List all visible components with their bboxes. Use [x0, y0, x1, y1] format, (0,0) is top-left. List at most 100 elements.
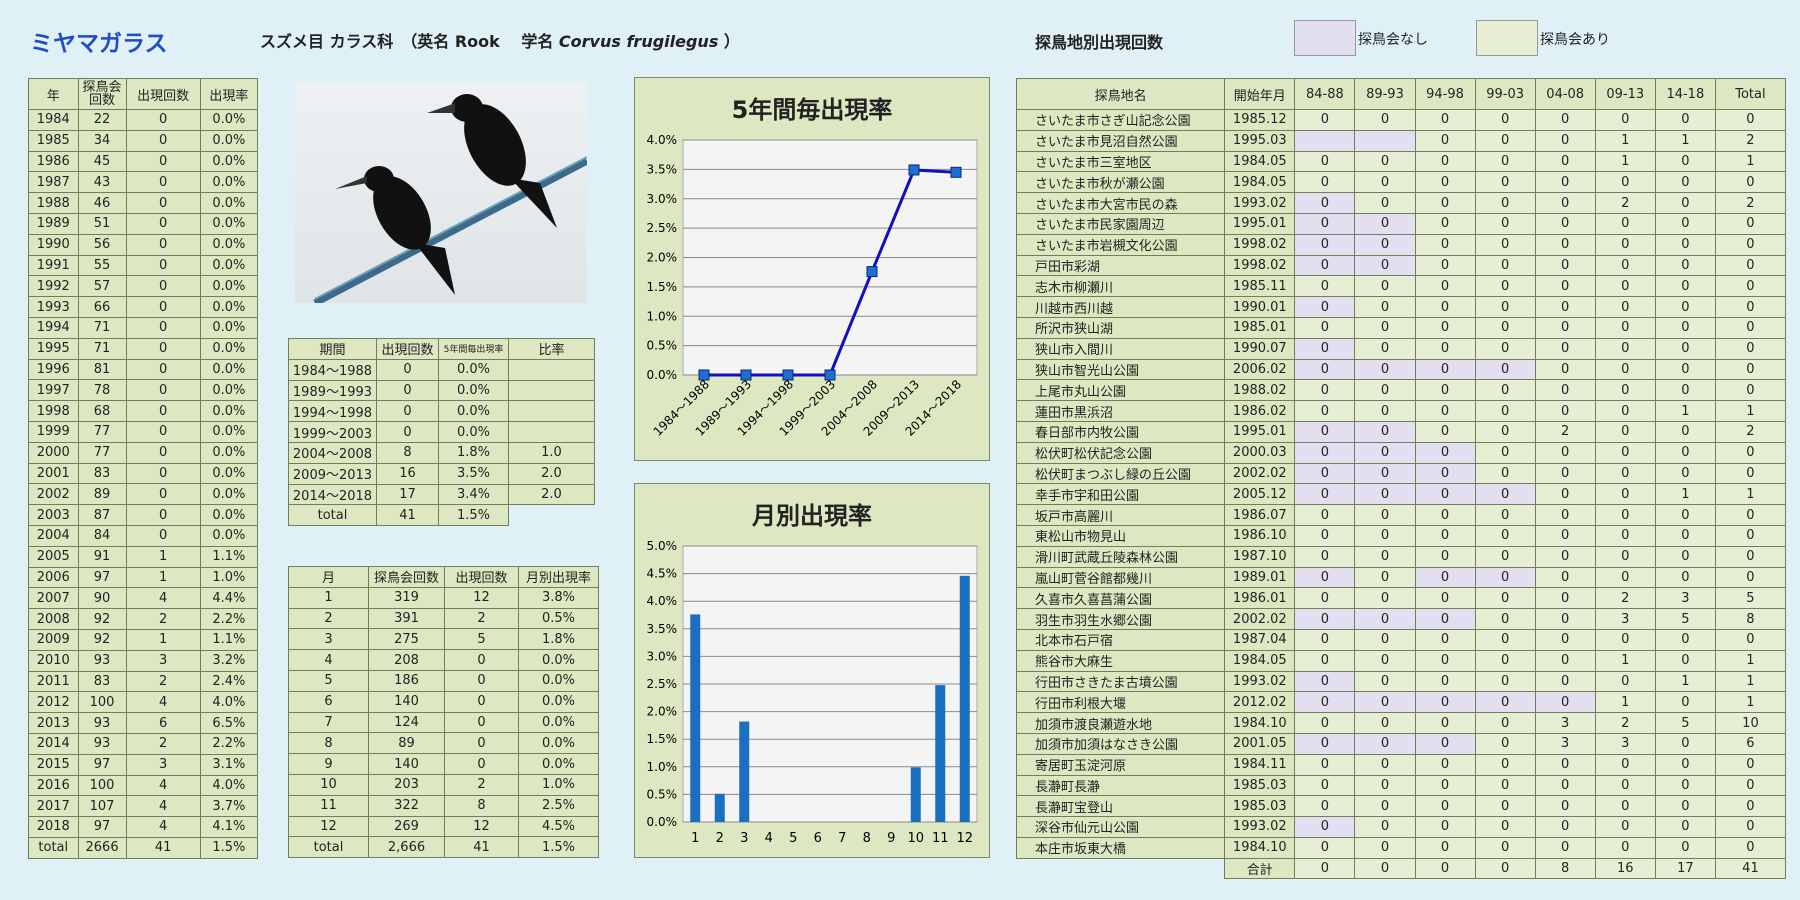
yearly-cell: 0.0%	[199, 129, 259, 152]
yearly-cell: 0	[125, 379, 201, 402]
y-tick-label: 0.0%	[647, 815, 678, 829]
location-count: 0	[1474, 795, 1536, 818]
monthly-cell: 8	[288, 732, 369, 755]
location-count: 0	[1414, 566, 1476, 589]
location-row: 加須市加須はなさき公園 2001.05 0 0 0 0 3 3 0 6	[1015, 732, 1787, 755]
yearly-cell: 83	[77, 670, 127, 693]
yearly-header-cell: 出現率	[199, 78, 259, 110]
period-row: 2004～2008 8 1.8% 1.0	[288, 441, 595, 464]
yearly-cell: 1989	[28, 212, 79, 235]
location-row: 狭山市智光山公園 2006.02 0 0 0 0 0 0 0 0	[1015, 358, 1787, 381]
location-count: 0	[1414, 337, 1476, 360]
location-count: 0	[1714, 337, 1787, 360]
yearly-cell: 4.4%	[199, 587, 259, 610]
monthly-cell: 8	[444, 794, 519, 817]
period-cell: 1989～1993	[288, 379, 377, 402]
location-count: 3	[1594, 732, 1656, 755]
yearly-cell: 2009	[28, 628, 79, 651]
location-count: 2	[1714, 129, 1787, 152]
location-total-empty	[1017, 858, 1225, 879]
location-count: 0	[1294, 836, 1356, 859]
location-count: 0	[1474, 524, 1536, 547]
bar	[935, 685, 946, 822]
yearly-row: 2013 93 6 6.5%	[28, 712, 259, 734]
yearly-cell: 0	[125, 192, 201, 214]
yearly-row: 2000 77 0 0.0%	[28, 441, 259, 464]
legend-label-some: 探鳥会あり	[1540, 32, 1610, 48]
location-count: 0	[1354, 296, 1416, 318]
location-start: 1984.11	[1224, 753, 1296, 776]
period-cell: 3.4%	[438, 483, 509, 506]
yearly-cell: 1988	[28, 192, 79, 214]
location-count: 0	[1714, 316, 1787, 339]
location-name: さいたま市見沼自然公園	[1015, 129, 1226, 152]
location-count: 3	[1594, 608, 1656, 630]
yearly-cell: 2018	[28, 816, 79, 838]
yearly-cell: 0	[125, 483, 201, 506]
yearly-row: 1985 34 0 0.0%	[28, 129, 259, 152]
location-row: 加須市渡良瀬遊水地 1984.10 0 0 0 0 3 2 5 10	[1015, 712, 1787, 734]
y-tick-label: 0.5%	[647, 339, 678, 353]
location-count: 0	[1354, 109, 1416, 131]
location-count	[1294, 129, 1356, 152]
location-row: さいたま市岩槻文化公園 1998.02 0 0 0 0 0 0 0 0	[1015, 233, 1787, 256]
monthly-cell: 1.8%	[518, 628, 599, 651]
location-start: 1987.10	[1224, 545, 1296, 568]
yearly-cell: 4	[125, 774, 201, 797]
location-start: 1995.01	[1224, 420, 1296, 443]
location-count: 0	[1294, 171, 1356, 194]
location-row: 久喜市久喜菖蒲公園 1986.01 0 0 0 0 0 2 3 5	[1015, 587, 1787, 610]
location-count: 0	[1594, 275, 1656, 298]
location-count: 0	[1294, 670, 1356, 693]
yearly-cell: 56	[77, 233, 127, 256]
location-start: 2002.02	[1224, 608, 1296, 630]
location-count: 0	[1534, 836, 1596, 859]
yearly-row: 2016 100 4 4.0%	[28, 774, 259, 797]
monthly-cell: 6	[288, 690, 369, 713]
monthly-row: 6 140 0 0.0%	[288, 690, 599, 713]
location-name: 所沢市狭山湖	[1015, 316, 1226, 339]
yearly-cell: 0.0%	[199, 316, 259, 339]
location-count: 2	[1714, 192, 1787, 214]
period-header-cell: 比率	[508, 338, 595, 360]
location-count: 0	[1414, 608, 1476, 630]
location-row: 深谷市仙元山公園 1993.02 0 0 0 0 0 0 0 0	[1015, 816, 1787, 838]
location-name: 北本市石戸宿	[1015, 628, 1226, 651]
yearly-cell: 57	[77, 275, 127, 298]
location-count: 0	[1354, 816, 1416, 838]
monthly-cell: 208	[368, 649, 445, 671]
yearly-row: 1987 43 0 0.0%	[28, 171, 259, 194]
location-row: 春日部市内牧公園 1995.01 0 0 0 0 2 0 0 2	[1015, 420, 1787, 443]
yearly-row: 2007 90 4 4.4%	[28, 587, 259, 610]
location-start: 1993.02	[1224, 670, 1296, 693]
yearly-cell: 71	[77, 316, 127, 339]
yearly-header-cell: 出現回数	[125, 78, 201, 110]
monthly-row: 9 140 0 0.0%	[288, 753, 599, 775]
location-count: 0	[1534, 358, 1596, 381]
monthly-cell: 2,666	[368, 836, 445, 859]
location-count: 0	[1414, 150, 1476, 173]
scientific-name: Corvus frugilegus	[558, 32, 719, 51]
location-row: 行田市さきたま古墳公園 1993.02 0 0 0 0 0 0 1 1	[1015, 670, 1787, 693]
period-cell	[508, 379, 595, 402]
location-row: 熊谷市大麻生 1984.05 0 0 0 0 0 1 0 1	[1015, 649, 1787, 672]
yearly-row: 1991 55 0 0.0%	[28, 254, 259, 277]
yearly-cell: 3	[125, 753, 201, 776]
location-count: 0	[1414, 774, 1476, 797]
period-cell: 2009～2013	[288, 462, 377, 485]
yearly-row: 1990 56 0 0.0%	[28, 233, 259, 256]
location-name: 加須市加須はなさき公園	[1015, 732, 1226, 755]
yearly-cell: total	[28, 836, 79, 859]
x-tick-label: 1	[691, 831, 699, 846]
yearly-cell: 1997	[28, 379, 79, 402]
monthly-header-cell: 出現回数	[444, 566, 519, 588]
location-count: 0	[1714, 254, 1787, 277]
location-count: 0	[1414, 670, 1476, 693]
monthly-row: 5 186 0 0.0%	[288, 669, 599, 692]
location-count: 0	[1534, 587, 1596, 610]
location-start: 1995.03	[1224, 129, 1296, 152]
location-count: 0	[1474, 441, 1536, 464]
location-count: 0	[1654, 795, 1716, 818]
location-header-cell: 探鳥地名	[1015, 78, 1226, 110]
yearly-cell: 46	[77, 192, 127, 214]
